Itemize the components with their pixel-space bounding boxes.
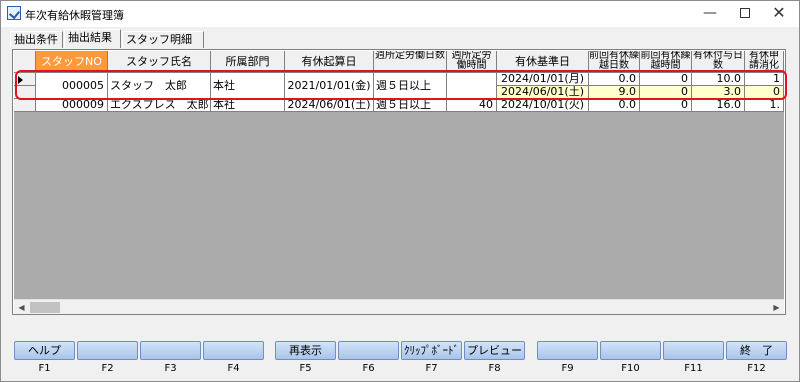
scroll-right-icon[interactable]: ▶: [769, 300, 784, 315]
horizontal-scrollbar[interactable]: ◀ ▶: [14, 299, 784, 314]
cell-weekly-days[interactable]: 週５日以上: [374, 99, 447, 112]
f11-key-label: F11: [684, 363, 703, 374]
f7-key-label: F7: [425, 363, 438, 374]
f10-button[interactable]: [600, 341, 661, 360]
f3-button[interactable]: [140, 341, 201, 360]
f9-key-label: F9: [561, 363, 574, 374]
header-department[interactable]: 所属部門: [211, 51, 285, 73]
f6-button[interactable]: [338, 341, 399, 360]
header-staff-no[interactable]: スタッフNO: [36, 51, 108, 73]
cell-weekly-hours[interactable]: 40: [447, 99, 497, 112]
cell-weekly-days[interactable]: 週５日以上: [374, 73, 447, 99]
cell-used-days[interactable]: 0: [745, 86, 784, 99]
cell-prev-hours[interactable]: 0: [640, 86, 692, 99]
cell-grant-days[interactable]: 16.0: [692, 99, 745, 112]
cell-prev-days[interactable]: 0.0: [589, 99, 640, 112]
close-button[interactable]: ✕: [762, 1, 796, 27]
cell-grant-days[interactable]: 10.0: [692, 73, 745, 86]
f4-key-label: F4: [227, 363, 240, 374]
cell-grant-days[interactable]: 3.0: [692, 86, 745, 99]
cell-department[interactable]: 本社: [211, 73, 285, 99]
f9-button[interactable]: [537, 341, 598, 360]
f8-key-label: F8: [488, 363, 501, 374]
f5-refresh-button[interactable]: 再表示: [275, 341, 336, 360]
title-bar: 年次有給休暇管理簿 — ✕: [1, 1, 799, 27]
window-title: 年次有給休暇管理簿: [25, 9, 124, 22]
cell-used-days[interactable]: 1.: [745, 99, 784, 112]
cell-base-date[interactable]: 2024/01/01(月): [497, 73, 589, 86]
header-base-date[interactable]: 有休基準日: [497, 51, 589, 73]
cell-department[interactable]: 本社: [211, 99, 285, 112]
cell-staff-no[interactable]: 000009: [36, 99, 108, 112]
header-start-date[interactable]: 有休起算日: [285, 51, 374, 73]
cell-staff-name[interactable]: スタッフ 太郎: [108, 73, 211, 99]
cell-prev-hours[interactable]: 0: [640, 73, 692, 86]
cell-weekly-hours[interactable]: [447, 73, 497, 99]
maximize-button[interactable]: [728, 1, 762, 27]
f11-button[interactable]: [663, 341, 724, 360]
f12-exit-button[interactable]: 終 了: [726, 341, 787, 360]
current-row-arrow-icon: [18, 76, 23, 84]
cell-prev-hours[interactable]: 0: [640, 99, 692, 112]
row-selector[interactable]: [14, 86, 36, 99]
f1-help-button[interactable]: ヘルプ: [14, 341, 75, 360]
header-staff-name[interactable]: スタッフ氏名: [108, 51, 211, 73]
header-prev-hours[interactable]: 前回有休繰越時間: [640, 51, 692, 73]
cell-staff-no[interactable]: 000005: [36, 73, 108, 99]
grid-corner: [14, 51, 36, 73]
f7-clipboard-button[interactable]: ｸﾘｯﾌﾟﾎﾞｰﾄﾞ: [401, 341, 462, 360]
f10-key-label: F10: [621, 363, 640, 374]
f3-key-label: F3: [164, 363, 177, 374]
cell-used-days[interactable]: 1: [745, 73, 784, 86]
cell-prev-days[interactable]: 9.0: [589, 86, 640, 99]
tab-extract-results[interactable]: 抽出結果: [64, 29, 121, 48]
f4-button[interactable]: [203, 341, 264, 360]
header-used-days[interactable]: 有休申請消化日数: [745, 51, 784, 73]
f12-key-label: F12: [747, 363, 766, 374]
cell-base-date[interactable]: 2024/06/01(土): [497, 86, 589, 99]
cell-staff-name[interactable]: エクスプレス 太郎: [108, 99, 211, 112]
f2-key-label: F2: [101, 363, 114, 374]
header-prev-days[interactable]: 前回有休繰越日数: [589, 51, 640, 73]
tab-staff-details[interactable]: スタッフ明細: [122, 31, 204, 48]
header-weekly-hours[interactable]: 週所定労働時間: [447, 51, 497, 73]
f1-key-label: F1: [38, 363, 51, 374]
scroll-left-icon[interactable]: ◀: [14, 300, 29, 315]
app-icon: [7, 6, 21, 20]
scroll-thumb[interactable]: [30, 302, 60, 313]
maximize-icon: [740, 8, 750, 18]
f2-button[interactable]: [77, 341, 138, 360]
minimize-button[interactable]: —: [693, 1, 727, 27]
row-selector-current[interactable]: [14, 73, 36, 86]
f8-preview-button[interactable]: プレビュー: [464, 341, 525, 360]
row-selector[interactable]: [14, 99, 36, 112]
cell-prev-days[interactable]: 0.0: [589, 73, 640, 86]
tab-extract-conditions[interactable]: 抽出条件: [10, 31, 63, 48]
f6-key-label: F6: [362, 363, 375, 374]
header-grant-days[interactable]: 有休付与日数: [692, 51, 745, 73]
f5-key-label: F5: [299, 363, 312, 374]
header-weekly-days[interactable]: 週所定労働日数: [374, 51, 447, 73]
cell-start-date[interactable]: 2021/01/01(金): [285, 73, 374, 99]
results-grid: スタッフNO スタッフ氏名 所属部門 有休起算日 週所定労働日数 週所定労働時間…: [14, 51, 784, 299]
cell-base-date[interactable]: 2024/10/01(火): [497, 99, 589, 112]
cell-start-date[interactable]: 2024/06/01(土): [285, 99, 374, 112]
